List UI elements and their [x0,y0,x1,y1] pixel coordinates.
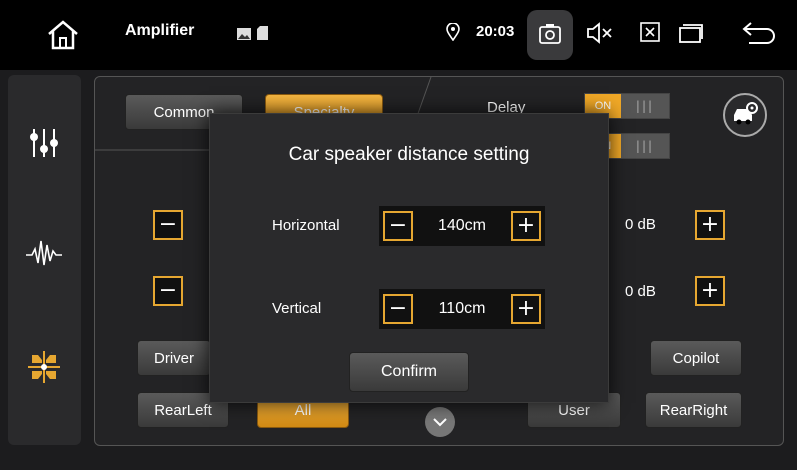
left-minus-button-1[interactable]: − [153,210,183,240]
toggle-grip-2: ||| [621,134,669,158]
rear-right-button[interactable]: RearRight [645,392,742,428]
db-value-1: 0 dB [625,216,656,233]
screenshot-button[interactable] [527,10,573,60]
status-bar: Amplifier 20:03 [0,0,797,70]
mute-icon[interactable] [585,20,615,50]
recent-apps-icon[interactable] [678,22,704,48]
vertical-plus-button[interactable]: + [511,294,541,324]
waveform-icon[interactable] [24,233,64,273]
left-minus-button-2[interactable]: − [153,276,183,306]
balance-icon[interactable] [24,347,64,387]
horizontal-minus-button[interactable]: − [383,211,413,241]
driver-button[interactable]: Driver [137,340,211,376]
distance-setting-dialog: Car speaker distance setting Horizontal … [209,113,609,403]
horizontal-label: Horizontal [272,217,340,234]
horizontal-stepper: − 140cm + [379,206,545,246]
close-app-icon[interactable] [640,22,660,46]
vertical-stepper: − 110cm + [379,289,545,329]
back-icon[interactable] [741,19,777,49]
car-settings-icon[interactable] [723,93,767,137]
sd-card-icon [256,25,269,45]
right-plus-button-2[interactable]: + [695,276,725,306]
horizontal-value: 140cm [437,217,487,234]
home-icon[interactable] [45,18,81,52]
db-value-2: 0 dB [625,283,656,300]
equalizer-icon[interactable] [24,123,64,163]
image-icon [236,26,252,45]
dialog-title: Car speaker distance setting [288,144,530,165]
vertical-value: 110cm [438,300,486,317]
right-plus-button-1[interactable]: + [695,210,725,240]
sidebar [8,75,81,445]
chevron-down-icon[interactable] [425,407,455,437]
toggle-grip: ||| [621,94,669,118]
vertical-minus-button[interactable]: − [383,294,413,324]
confirm-button[interactable]: Confirm [349,352,469,392]
app-title: Amplifier [125,22,195,39]
horizontal-plus-button[interactable]: + [511,211,541,241]
copilot-button[interactable]: Copilot [650,340,742,376]
clock: 20:03 [476,23,515,40]
location-pin-icon [446,22,460,45]
vertical-label: Vertical [272,300,322,317]
